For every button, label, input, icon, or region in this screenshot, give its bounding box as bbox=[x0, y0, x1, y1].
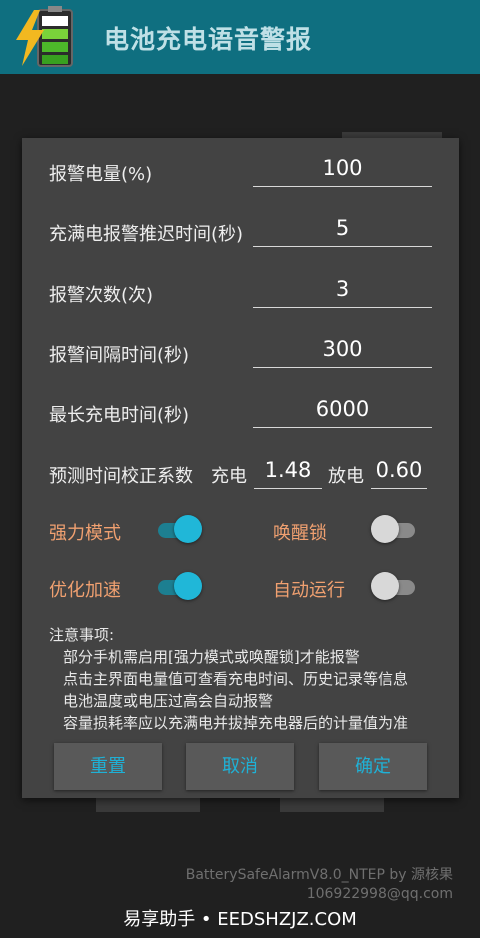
alarm-level-row: 报警电量(%) 100 bbox=[22, 150, 459, 190]
background-widget bbox=[280, 796, 384, 812]
settings-dialog: 报警电量(%) 100 充满电报警推迟时间(秒) 5 报警次数(次) 3 报警间… bbox=[22, 138, 459, 798]
alarm-count-label: 报警次数(次) bbox=[49, 285, 154, 306]
max-charge-time-input[interactable]: 6000 bbox=[253, 391, 432, 428]
app-bar: 电池充电语音警报 bbox=[0, 0, 480, 74]
email-text: 106922998@qq.com bbox=[306, 886, 453, 902]
note-item: 部分手机需启用[强力模式或唤醒锁]才能报警 bbox=[63, 648, 360, 666]
predict-charge-label: 充电 bbox=[211, 466, 247, 487]
max-charge-time-row: 最长充电时间(秒) 6000 bbox=[22, 391, 459, 431]
background-widget bbox=[96, 796, 200, 812]
watermark-text: 易享助手 • EEDSHZJZ.COM bbox=[123, 909, 357, 930]
strong-mode-label: 强力模式 bbox=[49, 523, 121, 544]
predict-charge-input[interactable]: 1.48 bbox=[254, 452, 322, 489]
note-item: 容量损耗率应以充满电并拔掉充电器后的计量值为准 bbox=[63, 714, 409, 732]
app-title: 电池充电语音警报 bbox=[104, 25, 313, 54]
switch-thumb bbox=[371, 572, 399, 600]
reset-button[interactable]: 重置 bbox=[54, 743, 162, 790]
max-charge-time-label: 最长充电时间(秒) bbox=[49, 405, 190, 426]
alarm-delay-input[interactable]: 5 bbox=[253, 210, 432, 247]
predict-discharge-label: 放电 bbox=[328, 466, 364, 487]
alarm-level-label: 报警电量(%) bbox=[49, 164, 153, 185]
wake-lock-label: 唤醒锁 bbox=[273, 523, 327, 544]
alarm-delay-row: 充满电报警推迟时间(秒) 5 bbox=[22, 210, 459, 250]
predict-factor-label: 预测时间校正系数 bbox=[49, 466, 193, 487]
battery-charging-icon bbox=[16, 6, 73, 67]
alarm-interval-input[interactable]: 300 bbox=[253, 331, 432, 368]
optimize-switch[interactable] bbox=[158, 572, 202, 602]
version-text: BatterySafeAlarmV8.0_NTEP by 源核果 bbox=[185, 867, 453, 883]
alarm-delay-label: 充满电报警推迟时间(秒) bbox=[49, 224, 244, 245]
autorun-switch[interactable] bbox=[371, 572, 417, 602]
autorun-label: 自动运行 bbox=[273, 580, 345, 601]
note-item: 电池温度或电压过高会自动报警 bbox=[63, 692, 274, 710]
strong-mode-switch[interactable] bbox=[158, 515, 202, 545]
alarm-interval-row: 报警间隔时间(秒) 300 bbox=[22, 331, 459, 371]
alarm-count-row: 报警次数(次) 3 bbox=[22, 271, 459, 311]
wake-lock-switch[interactable] bbox=[371, 515, 417, 545]
predict-discharge-input[interactable]: 0.60 bbox=[371, 452, 427, 489]
switch-thumb bbox=[174, 572, 202, 600]
alarm-interval-label: 报警间隔时间(秒) bbox=[49, 345, 190, 366]
switch-thumb bbox=[174, 515, 202, 543]
notes-title: 注意事项: bbox=[49, 626, 115, 644]
note-item: 点击主界面电量值可查看充电时间、历史记录等信息 bbox=[63, 670, 409, 688]
switch-thumb bbox=[371, 515, 399, 543]
alarm-count-input[interactable]: 3 bbox=[253, 271, 432, 308]
notes-section: 注意事项: 部分手机需启用[强力模式或唤醒锁]才能报警 点击主界面电量值可查看充… bbox=[49, 624, 408, 734]
predict-factor-row: 预测时间校正系数 充电 1.48 放电 0.60 bbox=[22, 452, 459, 492]
optimize-label: 优化加速 bbox=[49, 580, 121, 601]
alarm-level-input[interactable]: 100 bbox=[253, 150, 432, 187]
cancel-button[interactable]: 取消 bbox=[186, 743, 294, 790]
ok-button[interactable]: 确定 bbox=[319, 743, 427, 790]
